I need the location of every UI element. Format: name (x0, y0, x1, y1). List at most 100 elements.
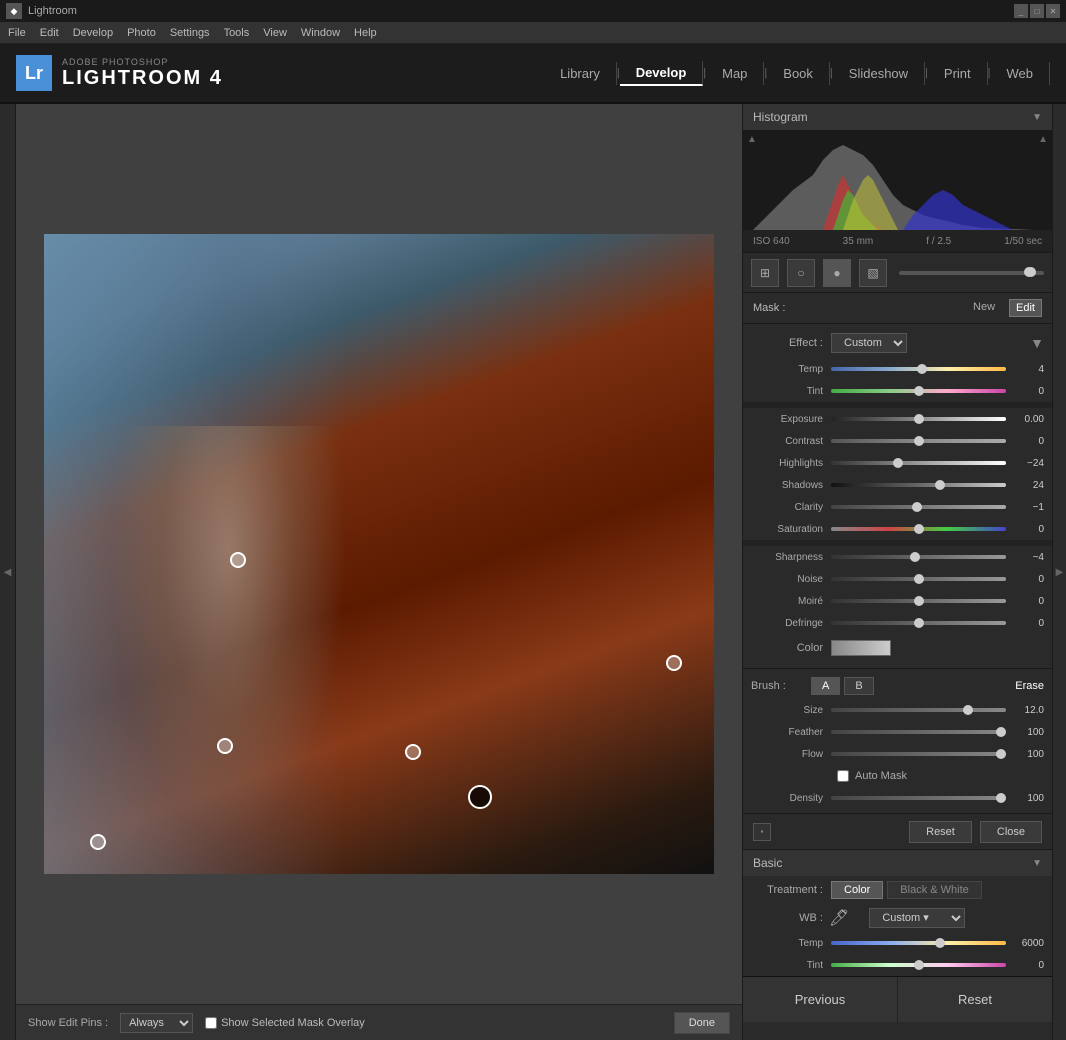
menu-photo[interactable]: Photo (127, 27, 156, 39)
mask-new-button[interactable]: New (967, 299, 1001, 317)
menu-view[interactable]: View (263, 27, 287, 39)
edit-pin-active[interactable] (468, 785, 492, 809)
tab-book[interactable]: Book (767, 62, 830, 85)
tab-slideshow[interactable]: Slideshow (833, 62, 925, 85)
menu-tools[interactable]: Tools (224, 27, 250, 39)
bottom-reset-button[interactable]: Reset (898, 977, 1052, 1022)
eyedropper-icon[interactable]: 🖊 (829, 908, 849, 928)
hist-focal: 35 mm (843, 236, 874, 247)
menu-help[interactable]: Help (354, 27, 377, 39)
menu-settings[interactable]: Settings (170, 27, 210, 39)
highlights-slider[interactable] (831, 461, 1006, 465)
tab-library[interactable]: Library (544, 62, 617, 85)
saturation-slider[interactable] (831, 527, 1006, 531)
color-treatment-button[interactable]: Color (831, 881, 883, 899)
contrast-slider[interactable] (831, 439, 1006, 443)
tab-print[interactable]: Print (928, 62, 988, 85)
menu-file[interactable]: File (8, 27, 26, 39)
contrast-value: 0 (1006, 436, 1044, 447)
previous-button[interactable]: Previous (743, 977, 898, 1022)
mask-section: Mask : New Edit (743, 293, 1052, 324)
basic-header[interactable]: Basic ▼ (743, 850, 1052, 876)
basic-tint-slider[interactable] (831, 963, 1006, 967)
mask-overlay-text: Show Selected Mask Overlay (221, 1017, 365, 1029)
shadows-value: 24 (1006, 480, 1044, 491)
edit-pins-select[interactable]: Always Selected Never (120, 1013, 193, 1033)
shadows-label: Shadows (751, 480, 831, 491)
photo-container[interactable] (16, 104, 742, 1004)
exposure-slider[interactable] (831, 417, 1006, 421)
noise-slider[interactable] (831, 577, 1006, 581)
lr-badge: Lr (16, 55, 52, 91)
saturation-row: Saturation 0 (743, 518, 1052, 540)
menubar: File Edit Develop Photo Settings Tools V… (0, 22, 1066, 44)
edit-pin-2[interactable] (405, 744, 421, 760)
brush-tabs: A B (811, 677, 874, 695)
defringe-slider[interactable] (831, 621, 1006, 625)
brush-tab-b[interactable]: B (844, 677, 873, 695)
brush-feather-slider[interactable] (831, 730, 1006, 734)
view-btn-dot[interactable]: ● (823, 259, 851, 287)
right-panel-toggle[interactable]: ▶ (1052, 104, 1066, 1040)
shadows-slider[interactable] (831, 483, 1006, 487)
exposure-row: Exposure 0.00 (743, 408, 1052, 430)
treatment-row: Treatment : Color Black & White (743, 876, 1052, 904)
view-opacity-slider[interactable] (899, 271, 1044, 275)
edit-pin-6[interactable] (90, 834, 106, 850)
mask-edit-button[interactable]: Edit (1009, 299, 1042, 317)
bw-treatment-button[interactable]: Black & White (887, 881, 981, 899)
basic-tint-row: Tint 0 (743, 954, 1052, 976)
effect-expand-icon[interactable]: ▼ (1030, 335, 1044, 351)
tint-value: 0 (1006, 386, 1044, 397)
clarity-slider[interactable] (831, 505, 1006, 509)
view-btn-circle[interactable]: ○ (787, 259, 815, 287)
tab-map[interactable]: Map (706, 62, 764, 85)
edit-pin-5[interactable] (666, 655, 682, 671)
basic-expand-icon: ▼ (1032, 858, 1042, 869)
restore-button[interactable]: □ (1030, 4, 1044, 18)
tab-develop[interactable]: Develop (620, 61, 704, 86)
header: Lr ADOBE PHOTOSHOP LIGHTROOM 4 Library |… (0, 44, 1066, 104)
done-button[interactable]: Done (674, 1012, 730, 1034)
brush-size-label: Size (751, 705, 831, 716)
mask-overlay-label[interactable]: Show Selected Mask Overlay (205, 1017, 365, 1029)
sharpness-label: Sharpness (751, 552, 831, 563)
clarity-row: Clarity −1 (743, 496, 1052, 518)
edit-pin-4[interactable] (230, 552, 246, 568)
brush-section: Brush : A B Erase Size 12.0 Feather (743, 669, 1052, 814)
minimize-button[interactable]: _ (1014, 4, 1028, 18)
close-panel-button[interactable]: Close (980, 821, 1042, 843)
menu-develop[interactable]: Develop (73, 27, 113, 39)
brush-size-slider[interactable] (831, 708, 1006, 712)
sharpness-slider[interactable] (831, 555, 1006, 559)
menu-edit[interactable]: Edit (40, 27, 59, 39)
auto-mask-label[interactable]: Auto Mask (855, 770, 907, 782)
auto-mask-checkbox[interactable] (837, 770, 849, 782)
mini-view-icon[interactable]: ▪ (753, 823, 771, 841)
local-reset-button[interactable]: Reset (909, 821, 972, 843)
tint-slider[interactable] (831, 389, 1006, 393)
menu-window[interactable]: Window (301, 27, 340, 39)
brush-density-slider[interactable] (831, 796, 1006, 800)
brush-flow-slider[interactable] (831, 752, 1006, 756)
brush-label: Brush : (751, 680, 811, 692)
brush-tab-a[interactable]: A (811, 677, 840, 695)
basic-temp-slider[interactable] (831, 941, 1006, 945)
left-panel-toggle[interactable]: ◀ (0, 104, 16, 1040)
lightroom-text: LIGHTROOM 4 (62, 67, 223, 90)
edit-pin-1[interactable] (217, 738, 233, 754)
histogram-expand-icon[interactable]: ▼ (1032, 112, 1042, 123)
close-window-button[interactable]: ✕ (1046, 4, 1060, 18)
effect-select[interactable]: Custom None (831, 333, 907, 353)
brush-erase-button[interactable]: Erase (1015, 680, 1044, 692)
wb-select[interactable]: Custom ▾ As Shot Auto Daylight Cloudy Sh… (869, 908, 965, 928)
view-btn-grid[interactable]: ⊞ (751, 259, 779, 287)
brush-size-row: Size 12.0 (743, 699, 1052, 721)
mask-overlay-checkbox[interactable] (205, 1017, 217, 1029)
view-btn-split[interactable]: ▧ (859, 259, 887, 287)
photo-image (44, 234, 714, 874)
temp-slider[interactable] (831, 367, 1006, 371)
tab-web[interactable]: Web (991, 62, 1051, 85)
color-swatch[interactable] (831, 640, 891, 656)
moire-slider[interactable] (831, 599, 1006, 603)
